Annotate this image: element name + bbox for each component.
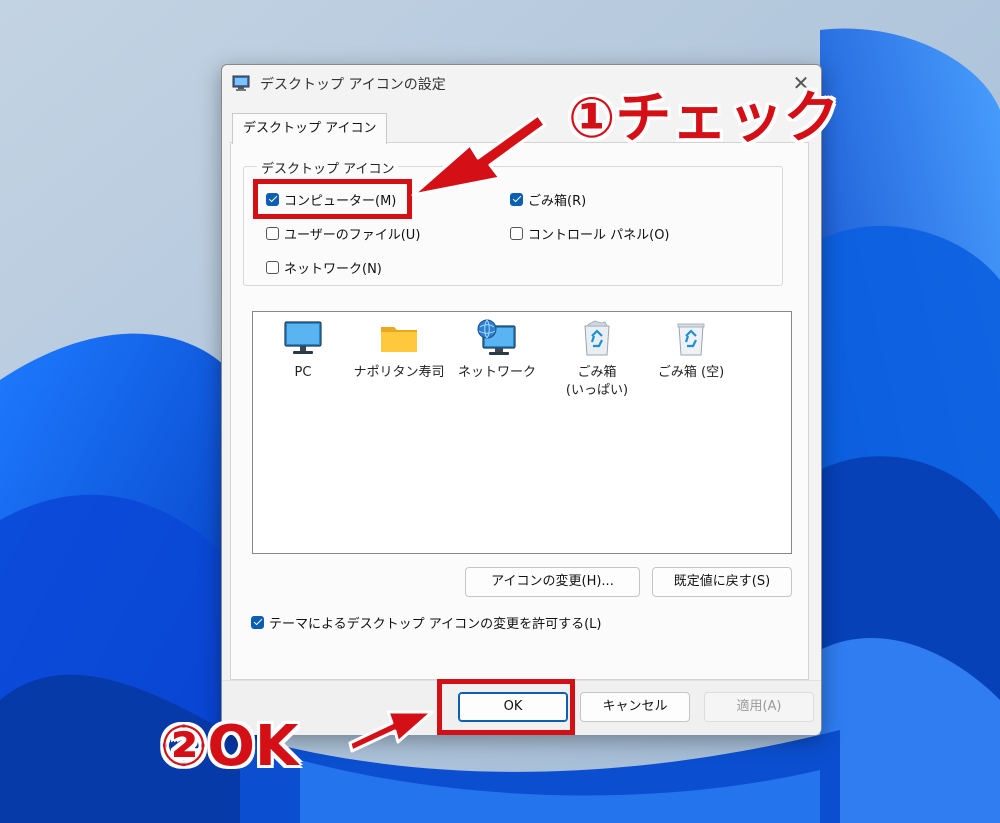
checkbox-network[interactable]: ネットワーク(N)	[266, 257, 382, 277]
cancel-button[interactable]: キャンセル	[580, 692, 690, 722]
icon-item-recycle-bin-full[interactable]: ごみ箱 (いっぱい)	[547, 318, 647, 400]
desktop-icon-settings-dialog: デスクトップ アイコンの設定 ✕ デスクトップ アイコン デスクトップ アイコン…	[221, 64, 822, 735]
icon-preview-list[interactable]: PC ナポリタン寿司 ネットワーク ごみ箱 (いっぱい) ごみ箱 (空)	[252, 311, 792, 554]
icon-label: ナポリタン寿司	[353, 365, 445, 380]
icon-label: ごみ箱 (いっぱい)	[565, 365, 629, 398]
tab-desktop-icons[interactable]: デスクトップ アイコン	[232, 113, 388, 144]
annotation-step1-label: ①チェック	[568, 86, 840, 151]
change-icon-button[interactable]: アイコンの変更(H)...	[465, 567, 640, 597]
checkbox-label: ユーザーのファイル(U)	[284, 227, 421, 243]
checkbox-checked-icon	[251, 615, 264, 629]
icon-label: ネットワーク	[457, 365, 536, 380]
checkbox-unchecked-icon	[510, 226, 523, 240]
checkbox-recycle-bin[interactable]: ごみ箱(R)	[510, 189, 586, 209]
dialog-title: デスクトップ アイコンの設定	[260, 77, 446, 93]
restore-default-button[interactable]: 既定値に戻す(S)	[652, 567, 792, 597]
icon-label: PC	[294, 365, 312, 380]
icon-label: ごみ箱 (空)	[657, 365, 725, 380]
checkbox-unchecked-icon	[266, 260, 279, 274]
checkbox-label: コントロール パネル(O)	[528, 227, 670, 243]
checkbox-label: ごみ箱(R)	[528, 193, 587, 209]
highlight-ok-button	[437, 679, 575, 735]
checkbox-label: テーマによるデスクトップ アイコンの変更を許可する(L)	[269, 616, 602, 632]
folder-icon	[381, 327, 417, 352]
network-icon	[477, 319, 516, 355]
desktop-settings-icon	[232, 75, 250, 91]
highlight-computer-checkbox	[253, 179, 412, 219]
checkbox-unchecked-icon	[266, 226, 279, 240]
checkbox-user-files[interactable]: ユーザーのファイル(U)	[266, 223, 420, 243]
icon-item-user-folder[interactable]: ナポリタン寿司	[349, 318, 449, 382]
checkbox-checked-icon	[510, 192, 523, 206]
apply-button[interactable]: 適用(A)	[704, 692, 814, 722]
icon-item-network[interactable]: ネットワーク	[447, 318, 547, 382]
groupbox-label: デスクトップ アイコン	[257, 158, 399, 177]
recycle-bin-full-icon	[584, 320, 610, 356]
checkbox-allow-theme-change[interactable]: テーマによるデスクトップ アイコンの変更を許可する(L)	[251, 612, 601, 632]
monitor-icon	[284, 321, 322, 354]
icon-item-recycle-bin-empty[interactable]: ごみ箱 (空)	[641, 318, 741, 382]
checkbox-label: ネットワーク(N)	[284, 261, 382, 277]
icon-item-pc[interactable]: PC	[253, 318, 353, 382]
annotation-step2-label: ②OK	[160, 714, 299, 779]
recycle-bin-empty-icon	[677, 323, 705, 356]
checkbox-control-panel[interactable]: コントロール パネル(O)	[510, 223, 670, 243]
